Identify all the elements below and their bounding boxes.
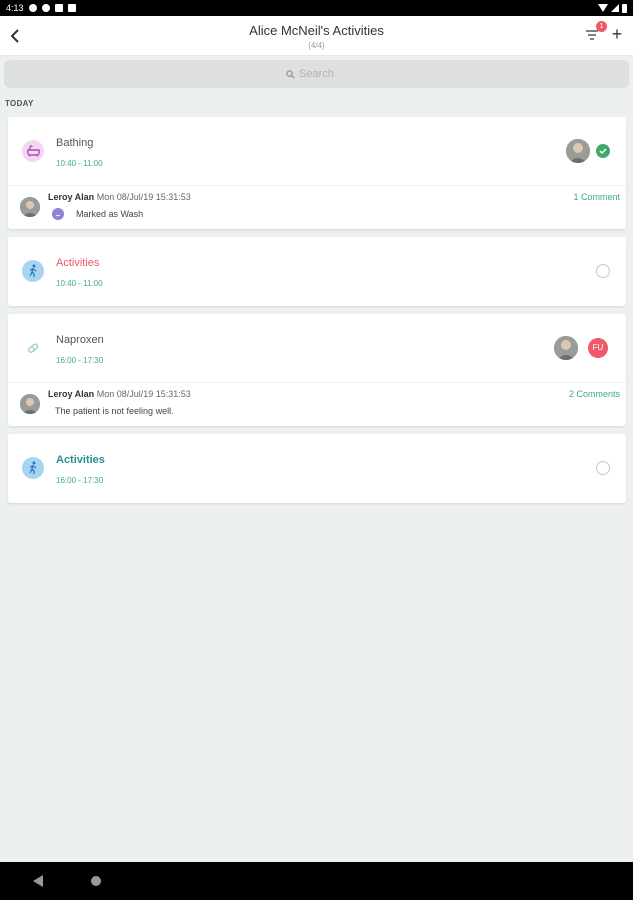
activity-time: 10:40 - 11:00 xyxy=(56,159,103,168)
signal-icon xyxy=(611,4,619,12)
follow-up-badge: FU xyxy=(588,338,608,358)
app-header: Alice McNeil's Activities (4/4) 1 + xyxy=(0,16,633,56)
activity-title: Naproxen xyxy=(56,334,104,346)
comment-author-line: Leroy Alan Mon 08/Jul/19 15:31:53 xyxy=(48,192,191,202)
comment-row[interactable]: Leroy Alan Mon 08/Jul/19 15:31:53 1 Comm… xyxy=(8,185,626,229)
comment-author: Leroy Alan xyxy=(48,192,95,202)
activity-title: Activities xyxy=(56,454,105,466)
comment-count-link[interactable]: 2 Comments xyxy=(569,389,620,399)
pill-icon xyxy=(22,337,44,359)
complete-toggle[interactable] xyxy=(596,461,610,475)
comment-date: Mon 08/Jul/19 15:31:53 xyxy=(96,192,191,202)
nav-home-icon[interactable] xyxy=(91,876,101,886)
comment-date: Mon 08/Jul/19 15:31:53 xyxy=(96,389,191,399)
comment-author-line: Leroy Alan Mon 08/Jul/19 15:31:53 xyxy=(48,389,191,399)
comment-row[interactable]: Leroy Alan Mon 08/Jul/19 15:31:53 2 Comm… xyxy=(8,382,626,426)
status-bar: 4:13 xyxy=(0,0,633,16)
nav-back-icon[interactable] xyxy=(33,875,43,887)
location-icon xyxy=(41,4,50,12)
comment-avatar xyxy=(20,197,40,217)
filter-count-badge: 1 xyxy=(596,21,607,32)
activity-title: Bathing xyxy=(56,137,94,149)
completed-check-icon xyxy=(596,144,610,158)
walking-icon xyxy=(22,457,44,479)
avatar xyxy=(566,139,590,163)
status-time: 4:13 xyxy=(6,3,24,13)
page-title: Alice McNeil's Activities xyxy=(249,23,384,38)
bathtub-icon xyxy=(22,140,44,162)
activity-time: 16:00 - 17:30 xyxy=(56,356,104,365)
activity-time: 16:00 - 17:30 xyxy=(56,476,104,485)
activity-card-activities-2[interactable]: Activities 16:00 - 17:30 xyxy=(8,434,626,503)
activity-title: Activities xyxy=(56,257,100,269)
complete-toggle[interactable] xyxy=(596,264,610,278)
walking-icon xyxy=(22,260,44,282)
section-label-today: TODAY xyxy=(5,99,34,108)
add-activity-button[interactable]: + xyxy=(607,23,627,45)
sim-icon xyxy=(54,4,63,12)
activity-card-activities[interactable]: Activities 10:40 - 11:00 xyxy=(8,237,626,306)
settings-icon xyxy=(28,4,37,12)
battery-icon xyxy=(622,3,627,13)
activity-card-bathing[interactable]: Bathing 10:40 - 11:00 Leroy Alan Mon 08/… xyxy=(8,117,626,229)
filter-icon xyxy=(586,30,598,40)
mood-icon xyxy=(52,208,64,220)
search-bar[interactable] xyxy=(4,60,629,88)
comment-author: Leroy Alan xyxy=(48,389,95,399)
comment-text: The patient is not feeling well. xyxy=(55,406,174,416)
comment-avatar xyxy=(20,394,40,414)
activity-count: (4/4) xyxy=(308,41,325,50)
comment-text: Marked as Wash xyxy=(76,209,144,219)
system-nav-bar xyxy=(0,862,633,900)
avatar xyxy=(554,336,578,360)
activity-card-naproxen[interactable]: Naproxen 16:00 - 17:30 FU Leroy Alan Mon… xyxy=(8,314,626,426)
activity-time: 10:40 - 11:00 xyxy=(56,279,103,288)
filter-button[interactable]: 1 xyxy=(583,21,607,42)
wifi-icon xyxy=(598,4,608,12)
comment-count-link[interactable]: 1 Comment xyxy=(573,192,620,202)
storage-icon xyxy=(67,4,76,12)
search-input[interactable] xyxy=(299,68,347,80)
search-icon xyxy=(286,69,295,79)
